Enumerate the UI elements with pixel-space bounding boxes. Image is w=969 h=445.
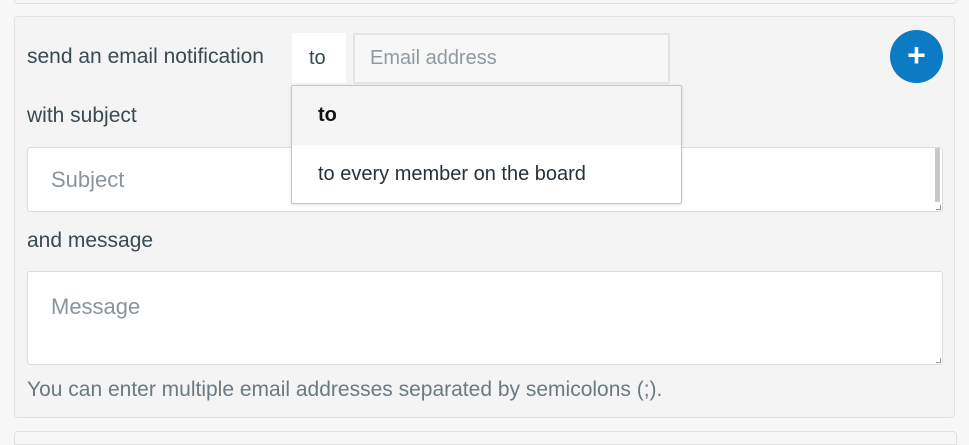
subject-resize-handle[interactable] bbox=[936, 205, 941, 210]
dropdown-option-every-member[interactable]: to every member on the board bbox=[292, 145, 681, 203]
recipient-select[interactable]: to bbox=[292, 33, 346, 83]
action-label: send an email notification bbox=[27, 45, 264, 68]
message-textarea[interactable]: Message bbox=[27, 271, 943, 365]
subject-scrollbar[interactable] bbox=[935, 148, 940, 202]
message-resize-handle[interactable] bbox=[936, 358, 941, 363]
plus-icon: + bbox=[907, 37, 926, 73]
add-action-button[interactable]: + bbox=[890, 30, 943, 83]
multiple-emails-hint: You can enter multiple email addresses s… bbox=[27, 378, 663, 401]
dropdown-option-to[interactable]: to bbox=[292, 86, 681, 145]
next-card-edge bbox=[14, 431, 957, 445]
message-label: and message bbox=[27, 229, 154, 252]
previous-card-edge bbox=[14, 0, 957, 4]
recipient-dropdown-menu: to to every member on the board bbox=[291, 85, 682, 204]
subject-label: with subject bbox=[27, 104, 137, 127]
email-address-input[interactable]: Email address bbox=[353, 33, 670, 84]
